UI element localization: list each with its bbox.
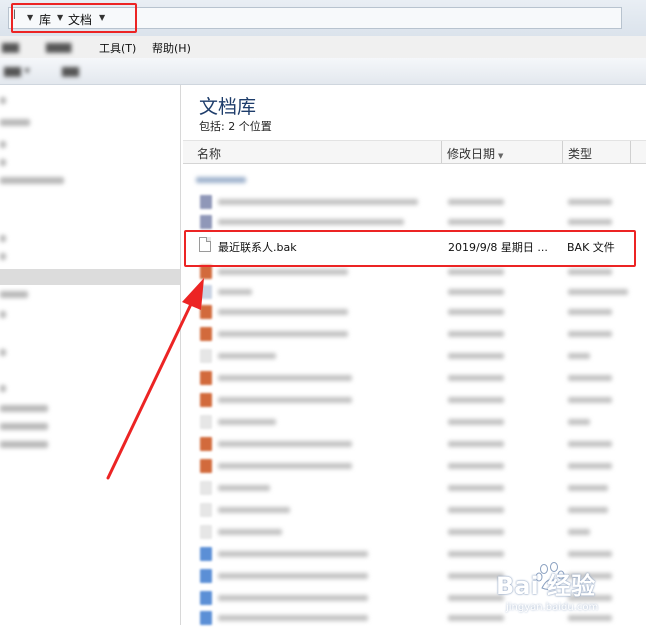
watermark-text: Bai 经验	[496, 572, 596, 600]
watermark-url: jingyan.baidu.com	[506, 602, 599, 613]
baidu-watermark: Bai 经验 jingyan.baidu.com	[496, 560, 636, 620]
annotation-arrow	[106, 278, 204, 480]
